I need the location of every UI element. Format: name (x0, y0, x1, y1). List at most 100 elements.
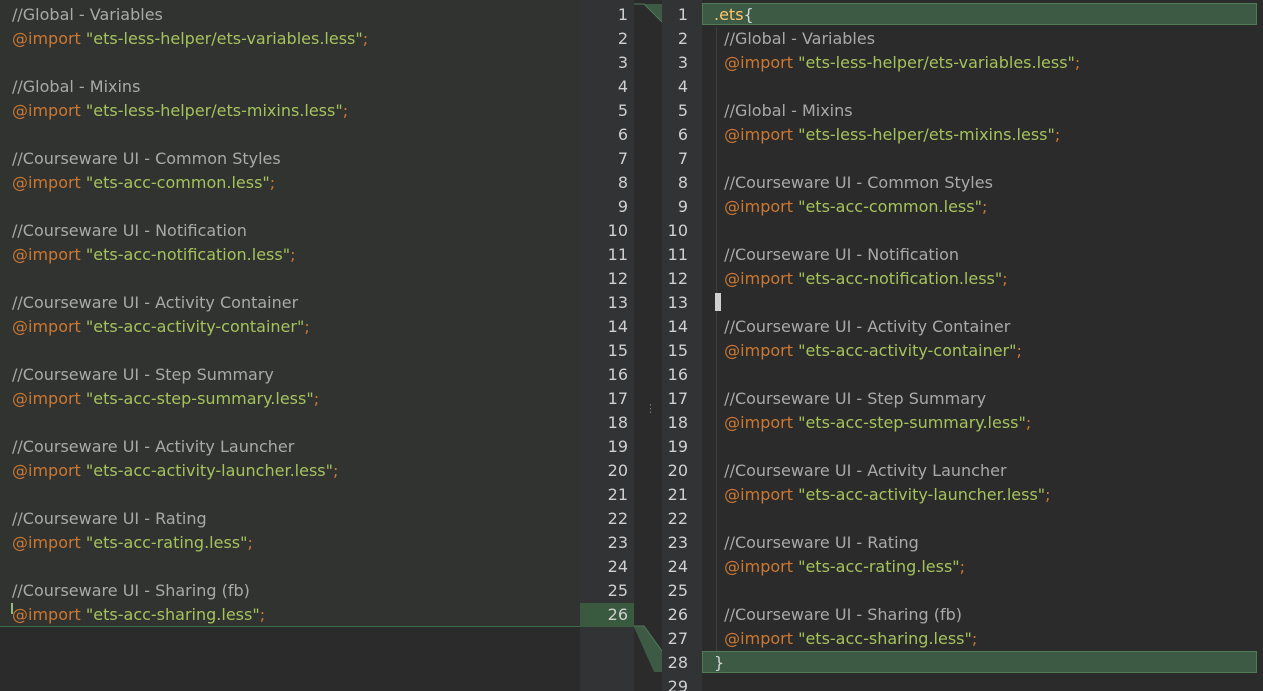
code-line[interactable]: @import "ets-acc-notification.less"; (714, 267, 1080, 291)
code-comment: //Global - Mixins (12, 77, 141, 96)
code-line[interactable]: //Courseware UI - Rating (714, 531, 1080, 555)
code-line[interactable]: @import "ets-less-helper/ets-mixins.less… (12, 99, 368, 123)
code-line[interactable]: @import "ets-acc-activity-launcher.less"… (714, 483, 1080, 507)
line-number: 5 (677, 101, 688, 120)
code-line[interactable]: .ets{ (714, 3, 1080, 27)
import-keyword: @import (724, 413, 793, 432)
semicolon: ; (332, 461, 339, 480)
line-number: 14 (667, 317, 688, 336)
code-line[interactable] (714, 219, 1080, 243)
import-path: "ets-acc-activity-launcher.less" (85, 461, 333, 480)
line-number: 2 (677, 29, 688, 48)
code-line[interactable]: @import "ets-acc-sharing.less"; (12, 603, 368, 627)
line-number: 6 (617, 125, 628, 144)
code-line[interactable] (714, 147, 1080, 171)
code-line[interactable]: //Global - Variables (714, 27, 1080, 51)
semicolon: ; (1016, 341, 1022, 360)
code-line[interactable]: @import "ets-acc-rating.less"; (714, 555, 1080, 579)
import-keyword: @import (724, 341, 793, 360)
code-line[interactable]: //Courseware UI - Activity Container (12, 291, 368, 315)
code-line[interactable]: //Courseware UI - Sharing (fb) (12, 579, 368, 603)
code-line[interactable] (714, 435, 1080, 459)
code-line[interactable] (714, 579, 1080, 603)
left-editor-pane[interactable]: //Global - Variables @import "ets-less-he… (0, 0, 580, 691)
code-line[interactable] (12, 411, 368, 435)
line-number: 12 (607, 269, 628, 288)
code-comment: //Global - Variables (724, 29, 876, 48)
code-line[interactable]: @import "ets-acc-step-summary.less"; (12, 387, 368, 411)
code-comment: //Global - Mixins (724, 101, 853, 120)
code-line[interactable] (714, 75, 1080, 99)
code-line[interactable]: } (714, 651, 1080, 675)
line-number: 14 (607, 317, 628, 336)
semicolon: ; (342, 101, 349, 120)
code-line[interactable]: //Courseware UI - Activity Launcher (714, 459, 1080, 483)
line-number: 22 (607, 509, 628, 528)
line-number: 24 (607, 557, 628, 576)
code-line[interactable]: //Courseware UI - Sharing (fb) (714, 603, 1080, 627)
left-code-lines: //Global - Variables @import "ets-less-he… (12, 3, 368, 627)
close-brace: } (714, 653, 725, 672)
semicolon: ; (971, 629, 978, 648)
code-line[interactable]: //Courseware UI - Activity Container (714, 315, 1080, 339)
code-line[interactable] (12, 51, 368, 75)
semicolon: ; (1025, 413, 1032, 432)
code-line[interactable]: //Courseware UI - Common Styles (12, 147, 368, 171)
import-path: "ets-less-helper/ets-variables.less" (798, 53, 1075, 72)
code-line[interactable] (12, 123, 368, 147)
code-line[interactable]: //Global - Mixins (714, 99, 1080, 123)
code-line[interactable] (12, 555, 368, 579)
right-line-number-gutter: 1 2 3 4 5 6 7 8 9 10 11 12 13 14 15 16 17 18 19 20 21 22 23 24 2… (662, 0, 702, 691)
line-number: 26 (607, 605, 628, 624)
text-caret (715, 293, 721, 311)
code-line[interactable]: @import "ets-acc-activity-container"; (714, 339, 1080, 363)
code-line[interactable]: //Courseware UI - Activity Launcher (12, 435, 368, 459)
code-line[interactable]: @import "ets-less-helper/ets-variables.l… (12, 27, 368, 51)
right-editor-pane[interactable]: .ets{ //Global - Variables @import "ets-… (702, 0, 1263, 691)
code-line[interactable]: //Courseware UI - Common Styles (714, 171, 1080, 195)
line-number: 3 (617, 53, 628, 72)
code-line[interactable]: //Courseware UI - Step Summary (714, 387, 1080, 411)
code-line[interactable]: //Courseware UI - Rating (12, 507, 368, 531)
code-line[interactable]: //Courseware UI - Step Summary (12, 363, 368, 387)
line-number: 4 (617, 77, 628, 96)
code-line[interactable] (12, 267, 368, 291)
code-line[interactable]: @import "ets-acc-sharing.less"; (714, 627, 1080, 651)
css-selector: .ets (714, 5, 744, 24)
code-line[interactable]: @import "ets-acc-rating.less"; (12, 531, 368, 555)
code-line[interactable] (714, 363, 1080, 387)
import-keyword: @import (12, 29, 81, 48)
code-line[interactable]: @import "ets-less-helper/ets-variables.l… (714, 51, 1080, 75)
line-number: 10 (667, 221, 688, 240)
line-number: 6 (677, 125, 688, 144)
import-keyword: @import (724, 269, 793, 288)
code-line[interactable]: @import "ets-acc-activity-container"; (12, 315, 368, 339)
left-line-number-gutter: 1 2 3 4 5 6 7 8 9 10 11 12 13 14 15 16 17 18 19 20 21 22 23 24 2… (580, 0, 634, 691)
code-line[interactable] (12, 339, 368, 363)
code-line[interactable]: //Courseware UI - Notification (714, 243, 1080, 267)
code-line[interactable]: //Courseware UI - Notification (12, 219, 368, 243)
code-line[interactable]: @import "ets-acc-step-summary.less"; (714, 411, 1080, 435)
code-line[interactable]: @import "ets-acc-common.less"; (12, 171, 368, 195)
code-line[interactable]: @import "ets-acc-common.less"; (714, 195, 1080, 219)
code-line[interactable] (12, 195, 368, 219)
splitter-grip-icon[interactable]: ⋮ (645, 403, 656, 423)
code-line[interactable] (12, 483, 368, 507)
code-line[interactable]: //Global - Mixins (12, 75, 368, 99)
code-line[interactable]: @import "ets-acc-notification.less"; (12, 243, 368, 267)
code-line[interactable]: @import "ets-acc-activity-launcher.less"… (12, 459, 368, 483)
semicolon: ; (304, 317, 310, 336)
code-comment: //Courseware UI - Activity Container (12, 293, 299, 312)
code-line[interactable]: @import "ets-less-helper/ets-mixins.less… (714, 123, 1080, 147)
line-number: 23 (607, 533, 628, 552)
code-line[interactable]: //Global - Variables (12, 3, 368, 27)
code-line[interactable] (714, 291, 1080, 315)
code-line[interactable] (714, 507, 1080, 531)
line-number: 9 (677, 197, 688, 216)
